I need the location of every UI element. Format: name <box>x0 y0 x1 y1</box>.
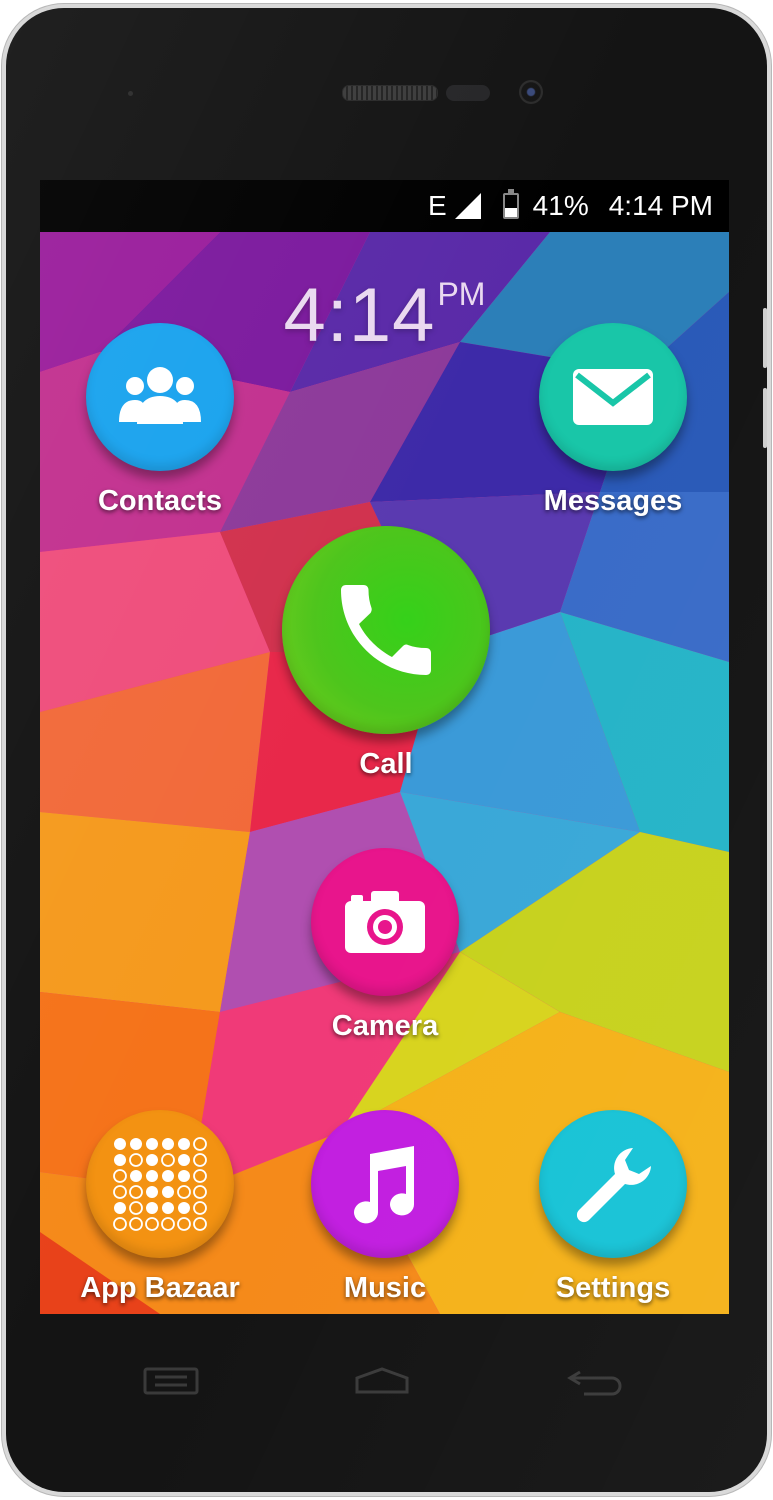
volume-down-button[interactable] <box>763 388 767 448</box>
settings-app-circle[interactable] <box>539 1110 687 1258</box>
proximity-sensor-dot <box>128 91 133 96</box>
battery-percent: 41% <box>532 190 589 221</box>
earpiece-speaker <box>342 85 438 101</box>
wrench-icon <box>576 1148 651 1223</box>
clock-time: 4:14 <box>283 273 436 358</box>
app-bazaar-app-circle[interactable] <box>86 1110 234 1258</box>
call-app[interactable]: Call <box>276 526 496 781</box>
envelope-icon <box>573 369 653 425</box>
camera-app-circle[interactable] <box>311 848 459 996</box>
contacts-app[interactable]: Contacts <box>80 323 240 518</box>
call-app-circle[interactable] <box>282 526 490 734</box>
back-icon[interactable] <box>566 1366 626 1396</box>
settings-label: Settings <box>555 1272 671 1304</box>
music-label: Music <box>343 1272 427 1304</box>
music-app-circle[interactable] <box>311 1110 459 1258</box>
hardware-nav-bar <box>6 1328 767 1448</box>
camera-app[interactable]: Camera <box>300 848 470 1043</box>
messages-app-circle[interactable] <box>539 323 687 471</box>
light-sensor <box>446 85 490 101</box>
battery-icon <box>502 189 519 219</box>
camera-icon <box>345 891 425 953</box>
phone-icon <box>341 585 431 675</box>
app-bazaar-app[interactable]: App Bazaar <box>70 1110 250 1305</box>
messages-label: Messages <box>543 485 683 517</box>
contacts-label: Contacts <box>97 485 223 517</box>
screen: E 41% 4:14 PM 4:14PM Contacts Messages C… <box>40 180 729 1314</box>
phone-frame: E 41% 4:14 PM 4:14PM Contacts Messages C… <box>6 8 767 1492</box>
music-app[interactable]: Music <box>300 1110 470 1305</box>
signal-icon <box>454 193 481 219</box>
contacts-app-circle[interactable] <box>86 323 234 471</box>
app-bazaar-label: App Bazaar <box>80 1272 240 1304</box>
clock-ampm: PM <box>437 276 486 312</box>
front-camera <box>519 80 543 104</box>
menu-icon[interactable] <box>143 1366 199 1396</box>
music-note-icon <box>354 1146 415 1224</box>
grid-dots-icon <box>113 1137 207 1231</box>
volume-up-button[interactable] <box>763 308 767 368</box>
settings-app[interactable]: Settings <box>528 1110 698 1305</box>
home-icon[interactable] <box>354 1366 410 1396</box>
status-bar: E 41% 4:14 PM <box>40 180 729 232</box>
contacts-icon <box>119 367 201 424</box>
messages-app[interactable]: Messages <box>528 323 698 518</box>
network-type: E <box>427 190 447 221</box>
status-time: 4:14 PM <box>608 190 713 221</box>
camera-label: Camera <box>331 1010 439 1042</box>
call-label: Call <box>359 748 413 780</box>
